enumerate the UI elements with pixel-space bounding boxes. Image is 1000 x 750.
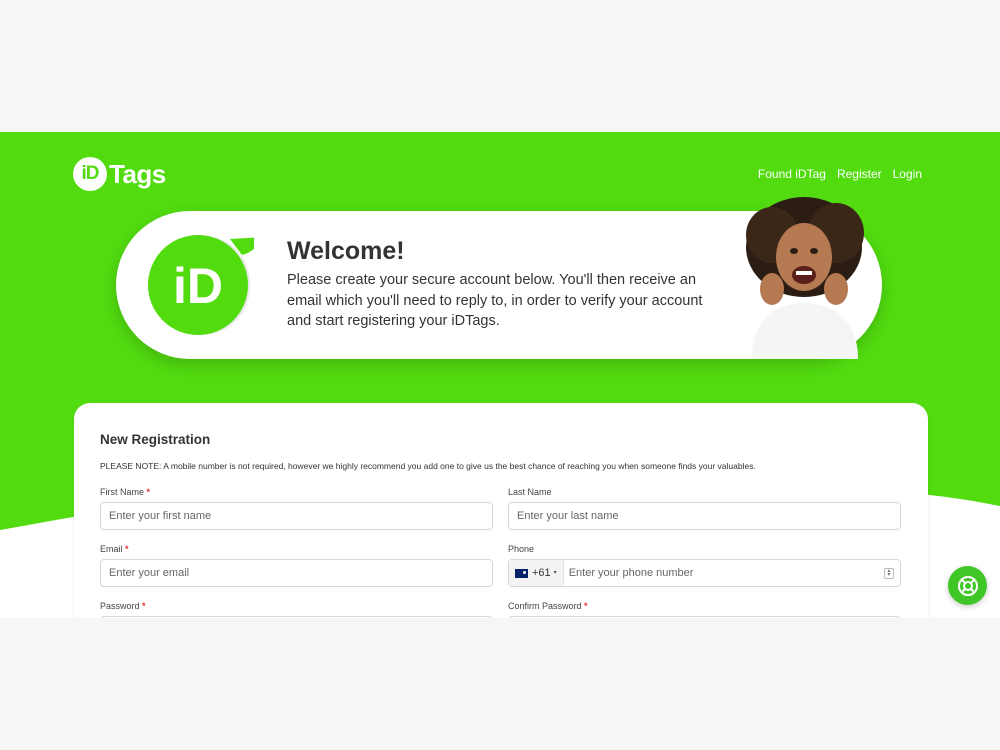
- required-marker: *: [584, 601, 588, 611]
- help-button[interactable]: [948, 566, 987, 605]
- country-code-select[interactable]: +61 ▾: [509, 560, 564, 586]
- password-input[interactable]: [100, 616, 493, 618]
- confirm-password-input[interactable]: [508, 616, 901, 618]
- lifebuoy-icon: [957, 575, 978, 596]
- password-label-text: Password: [100, 601, 140, 611]
- email-label-text: Email: [100, 544, 123, 554]
- password-label: Password *: [100, 601, 146, 611]
- site-logo[interactable]: iD Tags: [73, 157, 166, 191]
- registration-card: New Registration PLEASE NOTE: A mobile n…: [74, 403, 928, 618]
- logo-text: Tags: [109, 158, 166, 189]
- email-input[interactable]: Enter your email: [100, 559, 493, 587]
- first-name-input[interactable]: Enter your first name: [100, 502, 493, 530]
- phone-placeholder: Enter your phone number: [568, 567, 694, 579]
- confirm-password-label-text: Confirm Password: [508, 601, 582, 611]
- phone-label: Phone: [508, 544, 535, 554]
- welcome-text: Please create your secure account below.…: [287, 272, 703, 329]
- last-name-input[interactable]: Enter your last name: [508, 502, 901, 530]
- welcome-title: Welcome!: [287, 237, 405, 265]
- first-name-label: First Name *: [100, 487, 150, 497]
- nav-register[interactable]: Register: [837, 167, 882, 181]
- last-name-placeholder: Enter your last name: [517, 510, 619, 522]
- chevron-down-icon: ▾: [553, 570, 557, 576]
- stepper-icon[interactable]: ▴ ▾: [884, 568, 894, 579]
- first-name-placeholder: Enter your first name: [109, 510, 212, 522]
- top-nav: Found iDTag Register Login: [758, 167, 922, 181]
- badge-text: iD: [173, 258, 223, 314]
- phone-input[interactable]: +61 ▾ Enter your phone number ▴ ▾: [508, 559, 901, 587]
- smiling-woman-photo: [746, 197, 864, 359]
- required-marker: *: [146, 487, 151, 497]
- confirm-password-label: Confirm Password *: [508, 601, 588, 611]
- australia-flag-icon: [515, 568, 528, 578]
- logo-mark: iD: [73, 157, 107, 191]
- first-name-label-text: First Name: [100, 487, 145, 497]
- welcome-banner: iD Welcome! Please create your secure ac…: [116, 197, 882, 359]
- form-note: PLEASE NOTE: A mobile number is not requ…: [100, 461, 756, 471]
- email-placeholder: Enter your email: [109, 567, 190, 579]
- form-title: New Registration: [100, 432, 211, 447]
- nav-login[interactable]: Login: [893, 167, 922, 181]
- nav-found-idtag[interactable]: Found iDTag: [758, 167, 826, 181]
- country-code: +61: [532, 567, 551, 579]
- last-name-label: Last Name: [508, 487, 552, 497]
- required-marker: *: [142, 601, 146, 611]
- idtags-badge-icon: iD: [148, 235, 254, 335]
- page-viewport: iD Tags Found iDTag Register Login iD We…: [0, 132, 1000, 618]
- email-label: Email *: [100, 544, 129, 554]
- required-marker: *: [125, 544, 129, 554]
